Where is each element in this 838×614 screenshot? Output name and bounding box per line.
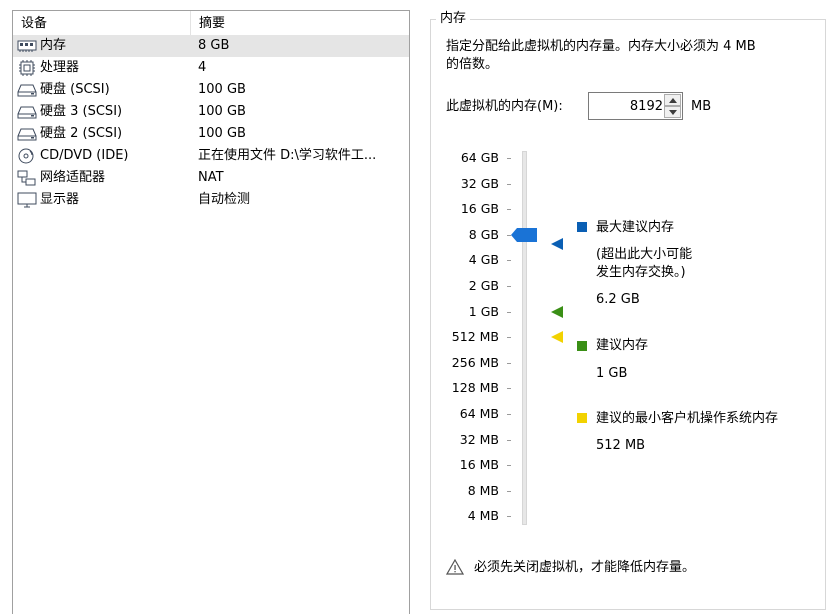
slider-tick-label: 16 MB: [459, 457, 499, 473]
vm-settings-hardware-page: 设备 摘要 内存 8 GB 处理器 4 硬盘 (SCSI) 100 GB 硬盘 3 (SCS…: [0, 0, 838, 614]
device-summary: 8 GB: [198, 38, 230, 53]
device-name: 硬盘 2 (SCSI): [40, 126, 123, 141]
slider-tick-mark: [507, 337, 511, 339]
device-name: CD/DVD (IDE): [40, 148, 129, 163]
device-summary: 100 GB: [198, 104, 246, 119]
warning-icon: [446, 559, 464, 575]
memory-increment-button[interactable]: [664, 94, 681, 106]
slider-tick-label: 128 MB: [451, 380, 499, 396]
device-name: 硬盘 3 (SCSI): [40, 104, 123, 119]
slider-tick-label: 2 GB: [468, 278, 499, 293]
slider-tick-mark: [507, 465, 511, 467]
slider-tick-label: 256 MB: [451, 354, 499, 370]
memory-spinbox[interactable]: [588, 92, 683, 120]
max-recommended-label: 最大建议内存: [596, 220, 675, 235]
column-header-summary[interactable]: 摘要: [191, 11, 409, 35]
device-summary: 正在使用文件 D:\学习软件工...: [198, 148, 377, 163]
slider-tick-label: 4 GB: [468, 252, 499, 268]
hard-disk-icon: [17, 104, 37, 120]
processor-icon: [17, 60, 37, 76]
max-recommended-value: 6.2 GB: [596, 292, 640, 307]
slider-tick-label: 32 GB: [460, 175, 499, 191]
memory-slider-track[interactable]: [522, 151, 527, 525]
slider-tick-mark: [507, 516, 511, 518]
min-guest-os-legend-icon: [577, 413, 587, 423]
device-list: 设备 摘要 内存 8 GB 处理器 4 硬盘 (SCSI) 100 GB 硬盘 3 (SCS…: [12, 10, 410, 614]
recommended-label: 建议内存: [596, 338, 649, 353]
slider-tick-label: 4 MB: [467, 508, 499, 524]
recommended-value: 1 GB: [596, 366, 628, 381]
memory-description-line1: 指定分配给此虚拟机的内存量。内存大小必须为 4 MB: [446, 39, 756, 54]
column-header-device[interactable]: 设备: [13, 11, 191, 35]
slider-tick-mark: [507, 183, 511, 185]
display-icon: [17, 192, 37, 208]
device-rows: 内存 8 GB 处理器 4 硬盘 (SCSI) 100 GB 硬盘 3 (SCSI) 100 …: [13, 35, 409, 211]
arrow-down-icon: [669, 110, 677, 115]
device-name: 网络适配器: [40, 170, 106, 185]
memory-value-input[interactable]: [591, 95, 665, 117]
max-recommended-marker-icon: [551, 238, 563, 251]
device-name: 显示器: [40, 192, 80, 207]
device-name: 硬盘 (SCSI): [40, 82, 110, 97]
slider-tick-mark: [507, 286, 511, 287]
slider-tick-label: 1 GB: [468, 303, 499, 319]
slider-tick-label: 64 MB: [459, 406, 499, 421]
slider-tick-mark: [507, 490, 511, 492]
device-name: 处理器: [40, 60, 80, 75]
slider-tick-label: 16 GB: [460, 201, 499, 217]
device-row[interactable]: 处理器 4: [13, 57, 409, 79]
recommended-marker-icon: [551, 305, 563, 318]
memory-group-title: 内存: [436, 10, 471, 28]
device-summary: 100 GB: [198, 82, 246, 97]
recommended-legend-icon: [577, 341, 587, 351]
memory-description-line2: 的倍数。: [446, 57, 499, 72]
slider-tick-mark: [507, 439, 511, 441]
slider-tick-label: 512 MB: [451, 329, 499, 345]
slider-tick-label: 8 GB: [468, 226, 499, 242]
device-summary: 自动检测: [198, 192, 251, 207]
device-row[interactable]: CD/DVD (IDE) 正在使用文件 D:\学习软件工...: [13, 145, 409, 167]
device-row[interactable]: 硬盘 (SCSI) 100 GB: [13, 79, 409, 101]
slider-tick-mark: [507, 158, 511, 159]
slider-tick-mark: [507, 388, 511, 390]
device-row[interactable]: 网络适配器 NAT: [13, 167, 409, 189]
hard-disk-icon: [17, 82, 37, 98]
min-guest-os-value: 512 MB: [596, 438, 646, 453]
device-row[interactable]: 硬盘 3 (SCSI) 100 GB: [13, 101, 409, 123]
max-recommended-note-line1: (超出此大小可能: [596, 247, 693, 262]
hard-disk-icon: [17, 126, 37, 142]
device-summary: NAT: [198, 170, 224, 185]
cd-dvd-icon: [17, 148, 37, 164]
slider-tick-mark: [507, 260, 511, 262]
memory-unit-label: MB: [691, 99, 712, 114]
network-adapter-icon: [17, 170, 37, 186]
slider-tick-mark: [507, 414, 511, 415]
slider-tick-mark: [507, 362, 511, 364]
slider-tick-mark: [507, 209, 511, 211]
device-name: 内存: [40, 38, 67, 53]
device-row[interactable]: 显示器 自动检测: [13, 189, 409, 211]
slider-tick-label: 32 MB: [459, 431, 499, 447]
memory-icon: [17, 38, 37, 54]
device-list-header: 设备 摘要: [13, 11, 409, 35]
slider-tick-mark: [507, 311, 511, 313]
device-summary: 4: [198, 60, 207, 75]
device-row[interactable]: 内存 8 GB: [13, 35, 409, 57]
max-recommended-legend-icon: [577, 222, 587, 232]
slider-tick-label: 8 MB: [467, 482, 499, 498]
slider-tick-label: 64 GB: [460, 150, 499, 165]
max-recommended-note-line2: 发生内存交换。): [596, 265, 686, 280]
min-guest-os-label: 建议的最小客户机操作系统内存: [596, 411, 779, 426]
memory-warning-text: 必须先关闭虚拟机，才能降低内存量。: [474, 560, 696, 575]
memory-decrement-button[interactable]: [664, 106, 681, 118]
arrow-up-icon: [669, 98, 677, 103]
device-summary: 100 GB: [198, 126, 246, 141]
memory-slider-thumb[interactable]: [511, 227, 541, 242]
device-row[interactable]: 硬盘 2 (SCSI) 100 GB: [13, 123, 409, 145]
memory-field-label: 此虚拟机的内存(M):: [446, 99, 563, 114]
min-guest-os-marker-icon: [551, 331, 563, 344]
